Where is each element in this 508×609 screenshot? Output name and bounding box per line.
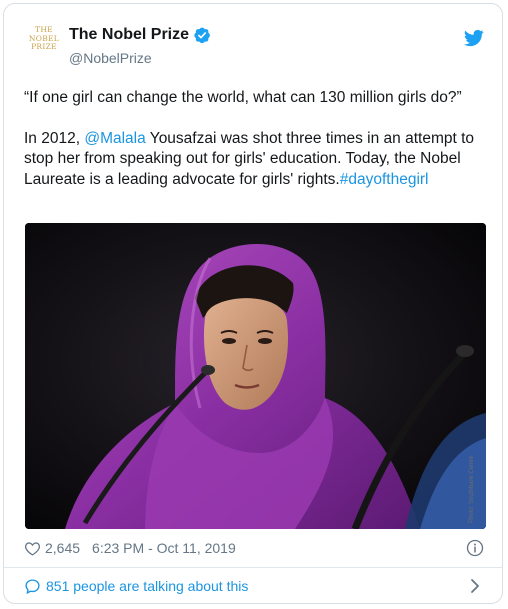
info-icon[interactable]: [466, 539, 484, 557]
author-block[interactable]: The Nobel Prize @NobelPrize: [69, 26, 211, 66]
photo-watermark: Photo: Southbank Centre: [469, 455, 475, 523]
tweet-header: THE NOBEL PRIZE The Nobel Prize @NobelPr…: [4, 4, 502, 74]
footer-divider: [4, 567, 502, 568]
portrait-illustration: Photo: Southbank Centre: [25, 223, 486, 529]
tweet-meta: 2,645 6:23 PM - Oct 11, 2019: [24, 536, 486, 560]
mention-link[interactable]: @Malala: [84, 130, 145, 147]
tweet-text: “If one girl can change the world, what …: [24, 88, 486, 210]
chevron-right-icon[interactable]: [468, 578, 482, 594]
tweet-quote: “If one girl can change the world, what …: [24, 89, 462, 106]
heart-icon[interactable]: [24, 540, 41, 557]
account-handle[interactable]: @NobelPrize: [69, 50, 211, 66]
hashtag-link[interactable]: #dayofthegirl: [340, 171, 429, 188]
talking-count-text[interactable]: 851 people are talking about this: [46, 578, 248, 594]
tweet-photo[interactable]: Photo: Southbank Centre: [25, 223, 486, 529]
comment-bubble-icon: [25, 578, 40, 594]
twitter-bird-icon[interactable]: [464, 28, 484, 48]
verified-badge-icon: [194, 27, 210, 44]
body-prefix: In 2012,: [24, 129, 81, 147]
tweet-body: In 2012, @Malala Yousafzai was shot thre…: [24, 129, 486, 191]
tweet-timestamp[interactable]: 6:23 PM - Oct 11, 2019: [92, 540, 236, 556]
like-count[interactable]: 2,645: [45, 540, 80, 556]
conversation-link[interactable]: 851 people are talking about this: [24, 574, 484, 598]
logo-line-3: PRIZE: [31, 42, 57, 51]
account-name[interactable]: The Nobel Prize: [69, 26, 189, 44]
nobel-prize-logo[interactable]: THE NOBEL PRIZE: [24, 25, 64, 60]
tweet-card: THE NOBEL PRIZE The Nobel Prize @NobelPr…: [3, 3, 503, 604]
